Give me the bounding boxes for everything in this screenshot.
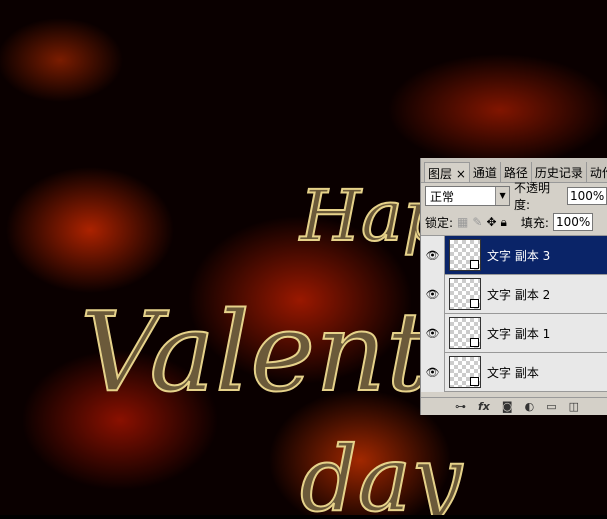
folder-icon[interactable]: ▭ <box>546 400 556 413</box>
tab-actions[interactable]: 动作 <box>587 162 607 182</box>
layer-thumbnail <box>449 239 481 271</box>
artwork-text-day: day <box>300 427 463 515</box>
lock-all-icon[interactable]: 🔒︎ <box>501 215 507 230</box>
layer-name: 文字 副本 1 <box>487 326 551 341</box>
eye-icon[interactable]: 👁︎ <box>421 274 445 314</box>
layer-thumbnail <box>449 278 481 310</box>
layer-name: 文字 副本 <box>487 365 539 380</box>
layer-row[interactable]: 👁︎ 文字 副本 1 <box>421 313 607 353</box>
lock-label: 锁定: <box>425 215 454 230</box>
blend-mode-value: 正常 <box>430 189 455 204</box>
lock-move-icon[interactable]: ✥ <box>486 215 496 229</box>
layer-list: 👁︎ 文字 副本 3 👁︎ 文字 副本 2 👁︎ 文字 副本 1 👁︎ 文字 副本 <box>421 235 607 392</box>
eye-icon[interactable]: 👁︎ <box>421 352 445 392</box>
layer-thumbnail <box>449 356 481 388</box>
eye-icon[interactable]: 👁︎ <box>421 313 445 353</box>
layer-row[interactable]: 👁︎ 文字 副本 3 <box>421 235 607 275</box>
tab-channels[interactable]: 通道 <box>470 162 501 182</box>
chevron-down-icon: ▼ <box>495 187 510 205</box>
fill-input[interactable]: 100% <box>552 213 593 231</box>
lock-paint-icon[interactable]: ✎ <box>472 215 482 229</box>
layer-row[interactable]: 👁︎ 文字 副本 <box>421 352 607 392</box>
blend-row: 正常 ▼ 不透明度: 100% <box>421 181 607 212</box>
panel-footer: ⊶ fx ◙ ◐ ▭ ◫ <box>421 397 607 415</box>
layer-thumbnail <box>449 317 481 349</box>
layer-name: 文字 副本 3 <box>487 248 551 263</box>
adjustment-icon[interactable]: ◐ <box>525 400 535 413</box>
lock-transparency-icon[interactable]: ▦ <box>457 215 468 229</box>
layer-row[interactable]: 👁︎ 文字 副本 2 <box>421 274 607 314</box>
mask-icon[interactable]: ◙ <box>502 400 513 413</box>
fx-icon[interactable]: fx <box>478 400 490 413</box>
new-layer-icon[interactable]: ◫ <box>569 400 579 413</box>
opacity-input[interactable]: 100% <box>567 187 607 205</box>
layer-name: 文字 副本 2 <box>487 287 551 302</box>
fill-label: 填充: <box>520 215 549 230</box>
link-icon[interactable]: ⊶ <box>455 400 466 413</box>
blend-mode-select[interactable]: 正常 ▼ <box>425 186 511 206</box>
layers-panel: 图层 × 通道 路径 历史记录 动作 正常▼ 不透明度: 100% 锁定: ▦ … <box>420 158 607 415</box>
opacity-label: 不透明度: <box>514 181 551 212</box>
tab-layers[interactable]: 图层 × <box>424 162 470 182</box>
eye-icon[interactable]: 👁︎ <box>421 235 445 275</box>
